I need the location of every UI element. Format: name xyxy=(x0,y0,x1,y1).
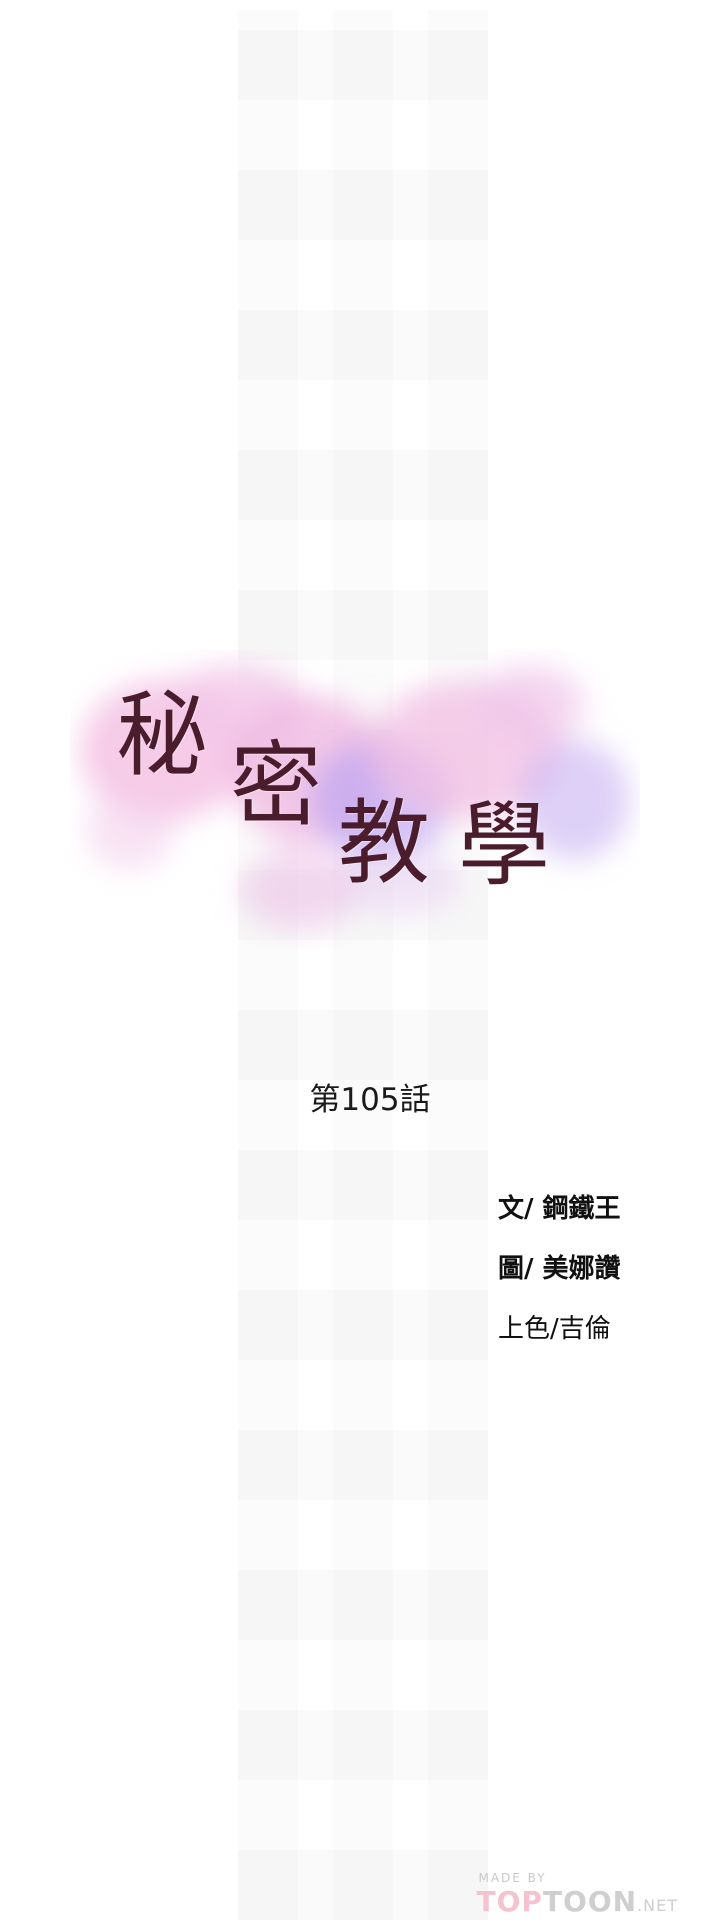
episode-number: 第105話 xyxy=(309,1082,431,1118)
title-char-2: 密 xyxy=(230,732,323,839)
background-watermark xyxy=(238,10,488,1920)
credits-block: 文/ 鋼鐵王 圖/ 美娜讚 上色/吉倫 xyxy=(498,1192,621,1372)
title-char-3: 教 xyxy=(338,790,431,897)
credit-art: 圖/ 美娜讚 xyxy=(498,1254,621,1284)
title-logo: 秘 密 教 學 xyxy=(70,650,640,950)
brand-name: TOPTOON.NET xyxy=(476,1885,678,1918)
title-char-1: 秘 xyxy=(116,682,209,789)
brand-net: .NET xyxy=(637,1896,678,1915)
credit-story: 文/ 鋼鐵王 xyxy=(498,1194,621,1224)
toptoon-footer-logo: MADE BY TOPTOON.NET xyxy=(476,1871,678,1918)
credit-color: 上色/吉倫 xyxy=(498,1314,611,1344)
brand-toon: TOON xyxy=(542,1885,638,1918)
brand-top: TOP xyxy=(476,1885,543,1918)
made-by-label: MADE BY xyxy=(478,1871,547,1885)
title-char-4: 學 xyxy=(458,792,551,899)
